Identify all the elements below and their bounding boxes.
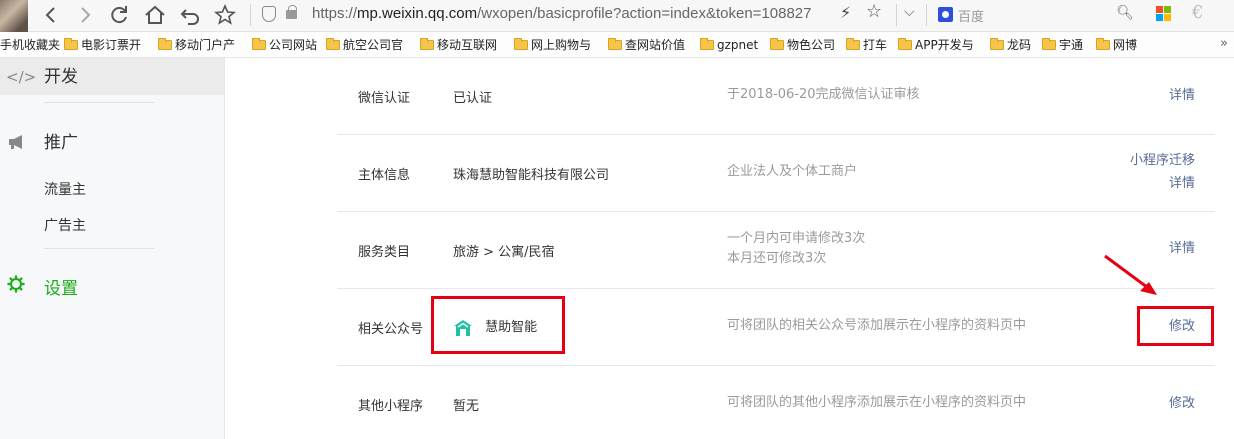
row-desc: 企业法人及个体工商户 (727, 164, 858, 179)
bookmark-item[interactable]: APP开发与 (898, 37, 974, 53)
bookmark-item[interactable]: 宇通 (1042, 37, 1083, 53)
folder-icon (252, 38, 266, 50)
highlight-box (431, 296, 565, 354)
star-icon[interactable]: ☆ (866, 1, 882, 22)
folder-icon (1042, 38, 1056, 50)
bookmark-item[interactable]: 打车 (846, 37, 887, 53)
row-desc: 可将团队的其他小程序添加展示在小程序的资料页中 (727, 395, 1027, 410)
extension-icon[interactable]: € (1192, 2, 1203, 23)
megaphone-icon (6, 134, 28, 152)
bookmark-star-icon[interactable] (212, 2, 238, 28)
main-content: 微信认证 已认证 于2018-06-20完成微信认证审核 详情 主体信息 珠海慧… (226, 58, 1234, 439)
highlight-box (1137, 306, 1214, 346)
row-value: 珠海慧助智能科技有限公司 (453, 168, 610, 183)
folder-icon (514, 38, 528, 50)
row-value: 旅游 > 公寓/民宿 (453, 245, 555, 260)
row-label: 相关公众号 (358, 322, 424, 337)
table-row: 主体信息 珠海慧助智能科技有限公司 企业法人及个体工商户 小程序迁移 详情 (337, 135, 1215, 212)
folder-icon (1096, 38, 1110, 50)
folder-icon (420, 38, 434, 50)
folder-icon (700, 38, 714, 50)
apps-icon[interactable] (1156, 6, 1172, 22)
lightning-icon[interactable]: ⚡ (840, 3, 851, 22)
sidebar-item-traffic-owner[interactable]: 流量主 (44, 179, 86, 199)
folder-icon (64, 38, 78, 50)
sidebar-item-settings[interactable]: 设置 (44, 274, 78, 299)
row-value: 已认证 (453, 91, 493, 106)
folder-icon (898, 38, 912, 50)
back-icon[interactable] (38, 2, 64, 28)
search-placeholder: 百度 (958, 10, 985, 25)
sidebar: </> 开发 推广 流量主 广告主 设置 (0, 58, 225, 439)
row-value: 暂无 (453, 399, 480, 414)
sidebar-item-advertiser[interactable]: 广告主 (44, 215, 86, 235)
profile-avatar[interactable] (0, 0, 28, 32)
gear-icon (7, 275, 25, 293)
more-bookmarks-icon[interactable]: » (1220, 36, 1228, 51)
shield-icon (262, 6, 276, 22)
row-label: 服务类目 (358, 245, 411, 260)
bookmark-item[interactable]: 查网站价值 (608, 37, 685, 53)
forward-icon[interactable] (72, 2, 98, 28)
row-label: 微信认证 (358, 91, 411, 106)
detail-link[interactable]: 详情 (1169, 238, 1195, 260)
detail-link[interactable]: 详情 (1169, 173, 1195, 195)
row-desc: 于2018-06-20完成微信认证审核 (727, 87, 920, 102)
bookmark-item[interactable]: 手机收藏夹 (0, 37, 60, 53)
lock-icon (286, 5, 297, 19)
url-text: https://mp.weixin.qq.com/wxopen/basicpro… (312, 5, 812, 22)
reload-icon[interactable] (106, 2, 132, 28)
bookmark-item[interactable]: 龙码 (990, 37, 1031, 53)
migrate-link[interactable]: 小程序迁移 (1130, 150, 1195, 172)
bookmark-item[interactable]: 物色公司 (770, 37, 835, 53)
baidu-icon (938, 7, 953, 22)
folder-icon (158, 38, 172, 50)
search-box[interactable]: 百度 🔍︎ (932, 2, 1144, 28)
table-row: 其他小程序 暂无 可将团队的其他小程序添加展示在小程序的资料页中 修改 (337, 366, 1215, 439)
folder-icon (990, 38, 1004, 50)
sidebar-item-dev-title[interactable]: </> 开发 (6, 62, 78, 87)
browser-toolbar: https://mp.weixin.qq.com/wxopen/basicpro… (0, 0, 1234, 32)
bookmark-item[interactable]: 移动门户产 (158, 37, 235, 53)
folder-icon (846, 38, 860, 50)
bookmark-item[interactable]: 网博 (1096, 37, 1137, 53)
undo-icon[interactable] (178, 2, 204, 28)
bookmarks-bar: 手机收藏夹 电影订票开 移动门户产 公司网站 航空公司官 移动互联网 网上购物与… (0, 32, 1234, 58)
bookmark-item[interactable]: 网上购物与 (514, 37, 591, 53)
code-icon: </> (6, 68, 37, 86)
folder-icon (770, 38, 784, 50)
row-desc: 一个月内可申请修改3次 (727, 231, 866, 246)
bookmark-item[interactable]: 航空公司官 (326, 37, 403, 53)
detail-link[interactable]: 详情 (1169, 85, 1195, 107)
home-icon[interactable] (142, 2, 168, 28)
folder-icon (326, 38, 340, 50)
table-row: 服务类目 旅游 > 公寓/民宿 一个月内可申请修改3次 本月还可修改3次 详情 (337, 212, 1215, 289)
address-bar[interactable]: https://mp.weixin.qq.com/wxopen/basicpro… (256, 1, 896, 29)
bookmark-item[interactable]: 公司网站 (252, 37, 317, 53)
bookmark-item[interactable]: gzpnet (700, 37, 758, 53)
row-desc: 可将团队的相关公众号添加展示在小程序的资料页中 (727, 318, 1027, 333)
modify-link[interactable]: 修改 (1169, 393, 1195, 415)
table-row: 微信认证 已认证 于2018-06-20完成微信认证审核 详情 (337, 58, 1215, 135)
red-arrow-icon (1104, 254, 1157, 295)
folder-icon (608, 38, 622, 50)
bookmark-item[interactable]: 移动互联网 (420, 37, 497, 53)
chevron-down-icon[interactable]: ⌵ (904, 4, 915, 20)
bookmark-item[interactable]: 电影订票开 (64, 37, 141, 53)
row-desc: 本月还可修改3次 (727, 251, 827, 266)
row-label: 其他小程序 (358, 399, 424, 414)
row-label: 主体信息 (358, 168, 411, 183)
sidebar-item-promote[interactable]: 推广 (6, 128, 78, 153)
search-icon[interactable]: 🔍︎ (1116, 5, 1134, 21)
